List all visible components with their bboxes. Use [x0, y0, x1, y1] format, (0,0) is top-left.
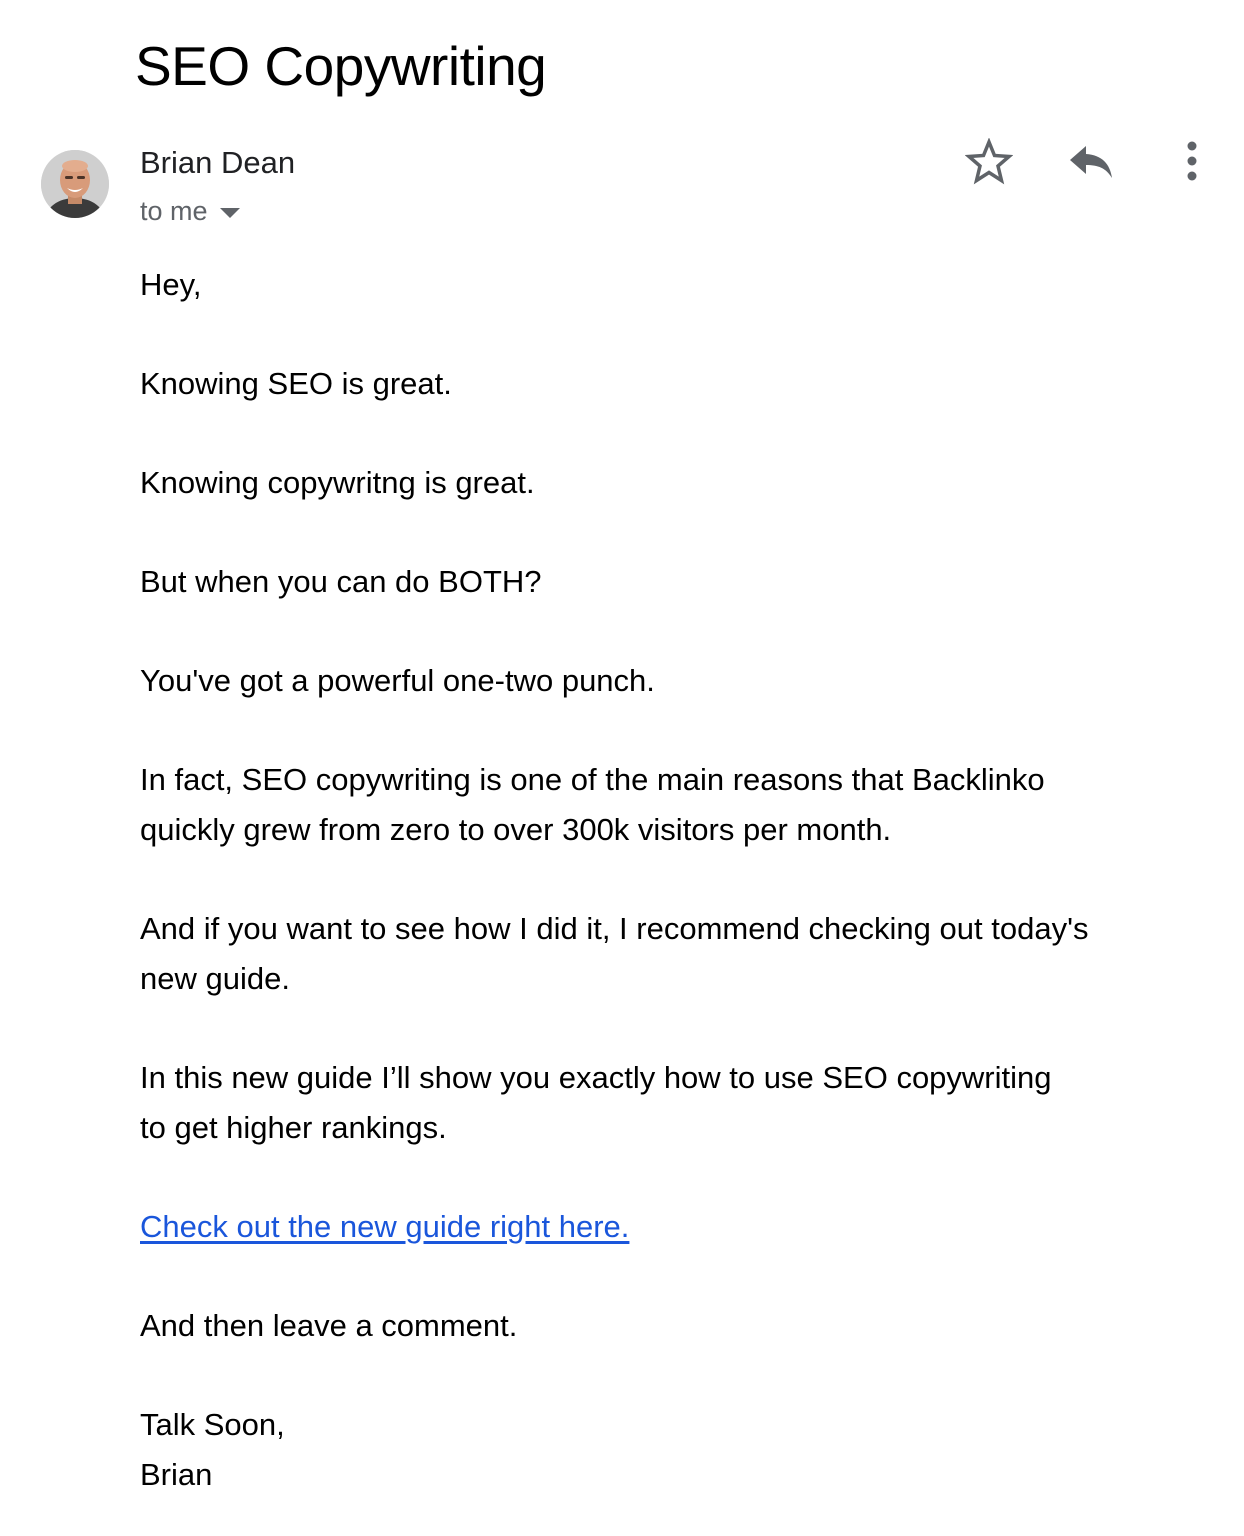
more-vertical-icon [1187, 141, 1197, 181]
reply-button[interactable] [1068, 142, 1114, 187]
email-subject: SEO Copywriting [135, 35, 547, 97]
avatar-photo-icon [41, 150, 109, 218]
body-paragraph: But when you can do BOTH? [140, 564, 542, 599]
guide-link[interactable]: Check out the new guide right here. [140, 1209, 629, 1244]
body-paragraph: In fact, SEO copywriting is one of the m… [140, 755, 1200, 855]
body-paragraph: And if you want to see how I did it, I r… [140, 904, 1200, 1004]
paragraph-line: to get higher rankings. [140, 1110, 447, 1145]
star-icon [964, 137, 1014, 185]
email-body: Hey, Knowing SEO is great. Knowing copyw… [140, 260, 1200, 1500]
recipient-label: to me [140, 196, 208, 226]
paragraph-line: In fact, SEO copywriting is one of the m… [140, 762, 1045, 797]
body-paragraph: And then leave a comment. [140, 1308, 518, 1343]
paragraph-line: In this new guide I’ll show you exactly … [140, 1060, 1052, 1095]
body-paragraph: Check out the new guide right here. [140, 1202, 1200, 1252]
chevron-down-icon [219, 208, 240, 218]
signoff: Talk Soon, [140, 1407, 285, 1442]
paragraph-line: quickly grew from zero to over 300k visi… [140, 812, 892, 847]
greeting: Hey, [140, 267, 202, 302]
body-paragraph: In this new guide I’ll show you exactly … [140, 1053, 1200, 1153]
more-options-button[interactable] [1180, 140, 1204, 189]
signature: Brian [140, 1457, 213, 1492]
body-paragraph: You've got a powerful one-two punch. [140, 663, 655, 698]
paragraph-line: And if you want to see how I did it, I r… [140, 911, 1089, 946]
star-button[interactable] [964, 137, 1014, 191]
body-paragraph: Knowing SEO is great. [140, 366, 452, 401]
reply-icon [1070, 146, 1112, 178]
paragraph-line: new guide. [140, 961, 290, 996]
sender-name[interactable]: Brian Dean [140, 145, 295, 181]
recipient-details-toggle[interactable]: to me [140, 195, 240, 227]
body-paragraph: Knowing copywritng is great. [140, 465, 535, 500]
sender-avatar[interactable] [41, 150, 109, 218]
